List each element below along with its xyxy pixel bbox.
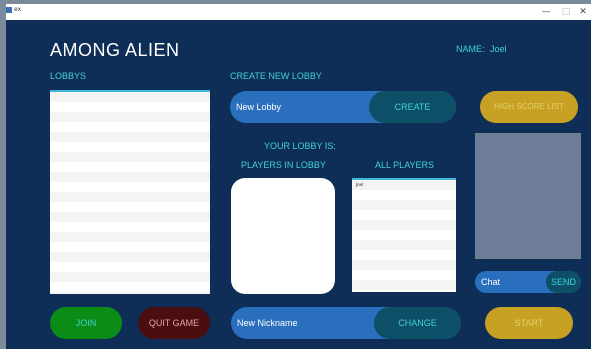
- chat-input[interactable]: [475, 271, 545, 293]
- join-button[interactable]: JOIN: [50, 307, 122, 339]
- start-button[interactable]: START: [485, 307, 573, 339]
- new-lobby-input[interactable]: [230, 91, 380, 123]
- minimize-icon[interactable]: —: [536, 4, 556, 20]
- close-icon[interactable]: ✕: [573, 4, 591, 20]
- send-button[interactable]: SEND: [546, 271, 581, 293]
- create-lobby-label: CREATE NEW LOBBY: [230, 71, 322, 81]
- lobbies-label: LOBBYS: [50, 71, 87, 81]
- all-players-label: ALL PLAYERS: [375, 160, 435, 170]
- app-title: AMONG ALIEN: [50, 40, 180, 60]
- change-nickname-button[interactable]: CHANGE: [374, 307, 461, 339]
- players-in-lobby-list[interactable]: [231, 178, 335, 294]
- window-title: ex: [14, 6, 22, 13]
- your-lobby-label: YOUR LOBBY IS:: [264, 141, 336, 151]
- list-item[interactable]: Joel: [352, 180, 456, 190]
- quit-game-button[interactable]: QUIT GAME: [138, 307, 210, 339]
- players-in-lobby-label: PLAYERS IN LOBBY: [241, 160, 326, 170]
- new-nickname-input[interactable]: [231, 307, 371, 339]
- lobby-list[interactable]: [50, 90, 210, 294]
- name-label: NAME:: [456, 44, 485, 54]
- all-players-list[interactable]: Joel: [352, 178, 456, 292]
- create-button[interactable]: CREATE: [369, 91, 456, 123]
- window-titlebar[interactable]: [6, 4, 591, 20]
- app-icon: [6, 7, 12, 13]
- chat-messages-area[interactable]: [475, 133, 581, 259]
- high-score-list-button[interactable]: HIGH SCORE LIST: [480, 91, 578, 123]
- name-value: Joel: [490, 44, 507, 54]
